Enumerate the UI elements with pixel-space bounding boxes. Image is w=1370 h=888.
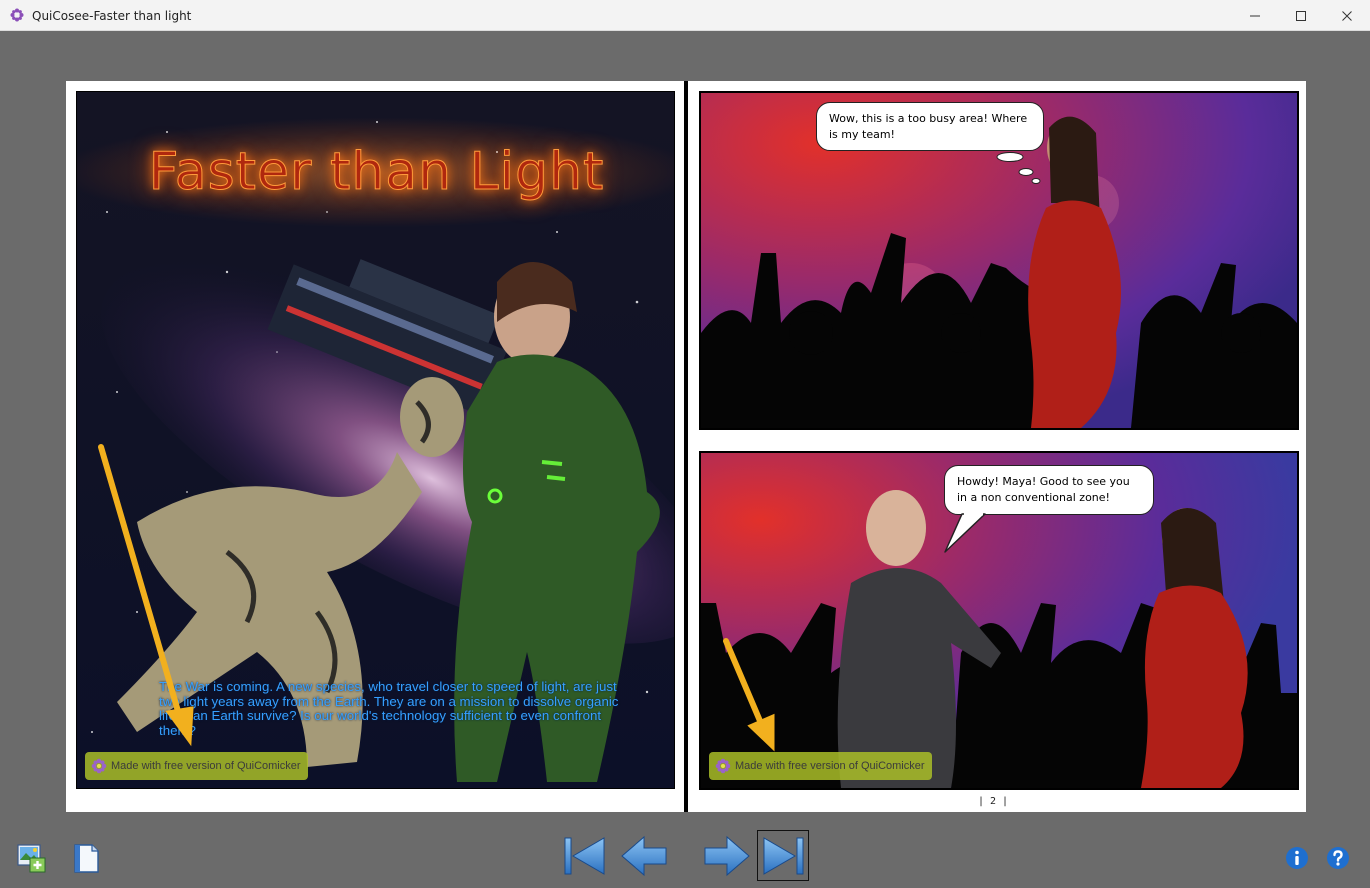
next-page-icon — [704, 835, 750, 877]
last-page-icon — [763, 836, 804, 875]
quicomicker-logo-icon — [91, 758, 107, 774]
watermark-page-2: Made with free version of QuiComicker — [709, 752, 932, 780]
app-logo-icon — [10, 8, 24, 22]
import-image-button[interactable] — [16, 842, 48, 874]
last-page-button[interactable] — [757, 830, 809, 881]
cover-title: Faster than Light — [148, 142, 605, 203]
title-bar: QuiCosee-Faster than light — [0, 0, 1370, 31]
book-spine — [684, 81, 688, 812]
cover-blurb: The War is coming. A new species, who tr… — [159, 679, 619, 738]
minimize-button[interactable] — [1232, 0, 1278, 31]
previous-page-button[interactable] — [620, 834, 668, 878]
watermark-cover: Made with free version of QuiComicker — [85, 752, 308, 780]
page-number: | 2 | — [977, 796, 1009, 807]
watermark-text: Made with free version of QuiComicker — [735, 760, 925, 772]
speech-bubble-panel-1: Wow, this is a too busy area! Where is m… — [816, 102, 1044, 151]
maximize-button[interactable] — [1278, 0, 1324, 31]
app-window: QuiCosee-Faster than light Faster than L… — [0, 0, 1370, 888]
help-button[interactable] — [1326, 846, 1350, 870]
close-icon — [1342, 10, 1352, 21]
info-icon — [1286, 847, 1308, 869]
first-page-button[interactable] — [562, 834, 608, 878]
help-icon — [1327, 847, 1349, 869]
maximize-icon — [1296, 10, 1306, 21]
quicomicker-logo-icon — [715, 758, 731, 774]
watermark-text: Made with free version of QuiComicker — [111, 760, 301, 772]
page-icon — [74, 844, 99, 873]
close-button[interactable] — [1324, 0, 1370, 31]
minimize-icon — [1250, 15, 1260, 16]
page-view-button[interactable] — [70, 842, 102, 874]
cover-page: Faster than Light The War is coming. A n… — [76, 91, 675, 789]
info-button[interactable] — [1285, 846, 1309, 870]
previous-page-icon — [621, 835, 667, 877]
image-import-icon — [17, 844, 46, 873]
window-title: QuiCosee-Faster than light — [32, 9, 192, 23]
next-page-button[interactable] — [703, 834, 751, 878]
first-page-icon — [564, 837, 605, 875]
speech-bubble-panel-2: Howdy! Maya! Good to see you in a non co… — [944, 465, 1154, 515]
